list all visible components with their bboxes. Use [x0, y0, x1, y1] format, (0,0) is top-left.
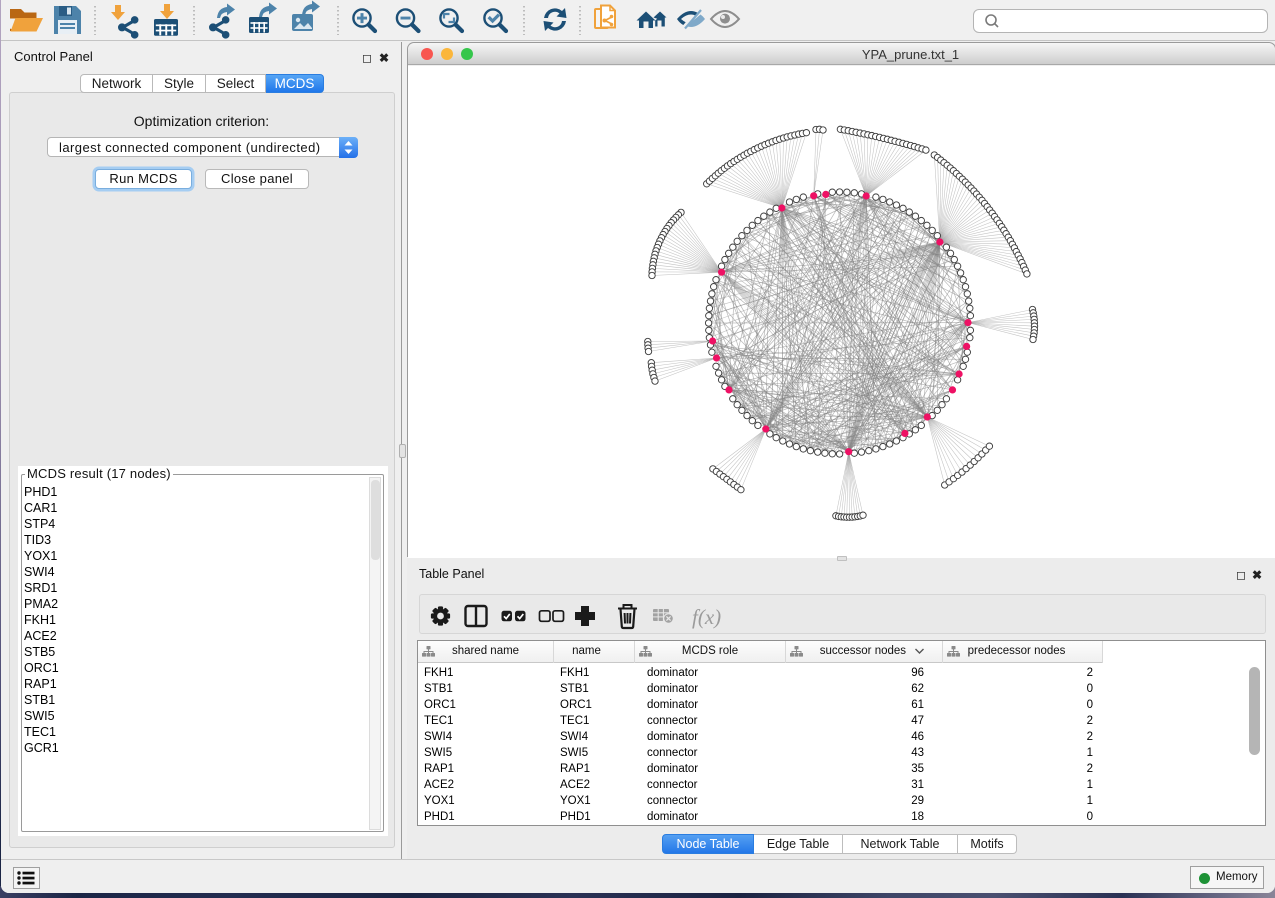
svg-text:f(x): f(x)	[692, 605, 721, 629]
